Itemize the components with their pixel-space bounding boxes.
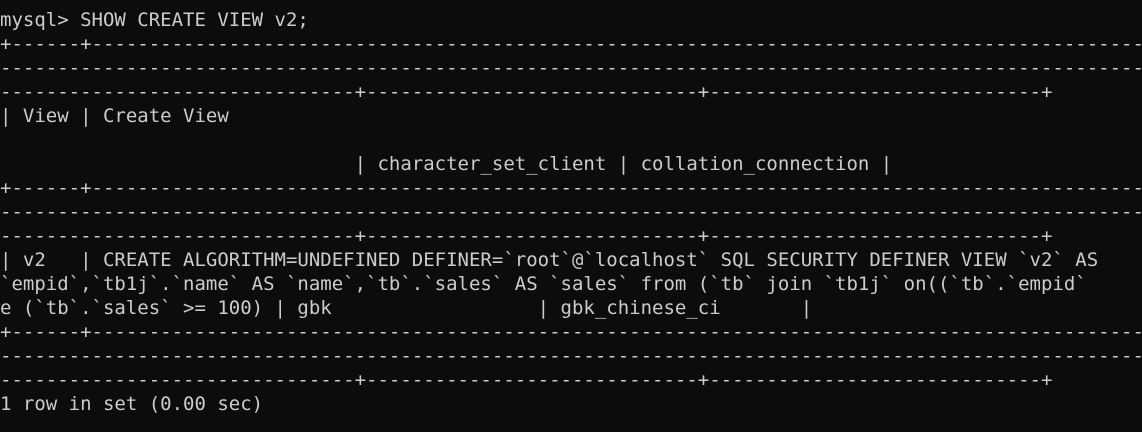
table-header-line: | character_set_client | collation_conne… — [0, 153, 893, 175]
table-border-line: -------------------------------+--------… — [0, 225, 1053, 247]
table-border-line: ----------------------------------------… — [0, 57, 1142, 79]
table-row-line: `empid`,`tb1j`.`name` AS `name`,`tb`.`sa… — [0, 273, 1087, 295]
table-border-line: +------+--------------------------------… — [0, 33, 1142, 55]
table-border-line: +------+--------------------------------… — [0, 321, 1142, 343]
table-border-line: ----------------------------------------… — [0, 201, 1142, 223]
table-row-line: | v2 | CREATE ALGORITHM=UNDEFINED DEFINE… — [0, 249, 1099, 271]
table-row-line: e (`tb`.`sales` >= 100) | gbk | gbk_chin… — [0, 297, 813, 319]
result-summary-line: 1 row in set (0.00 sec) — [0, 393, 264, 415]
table-border-line: +------+--------------------------------… — [0, 177, 1142, 199]
terminal-window[interactable]: mysql> SHOW CREATE VIEW v2; +------+----… — [0, 0, 1142, 432]
command-prompt-line: mysql> SHOW CREATE VIEW v2; — [0, 9, 309, 31]
table-header-line: | View | Create View — [0, 105, 229, 127]
table-border-line: ----------------------------------------… — [0, 345, 1142, 367]
table-border-line: -------------------------------+--------… — [0, 369, 1053, 391]
table-border-line: -------------------------------+--------… — [0, 81, 1053, 103]
